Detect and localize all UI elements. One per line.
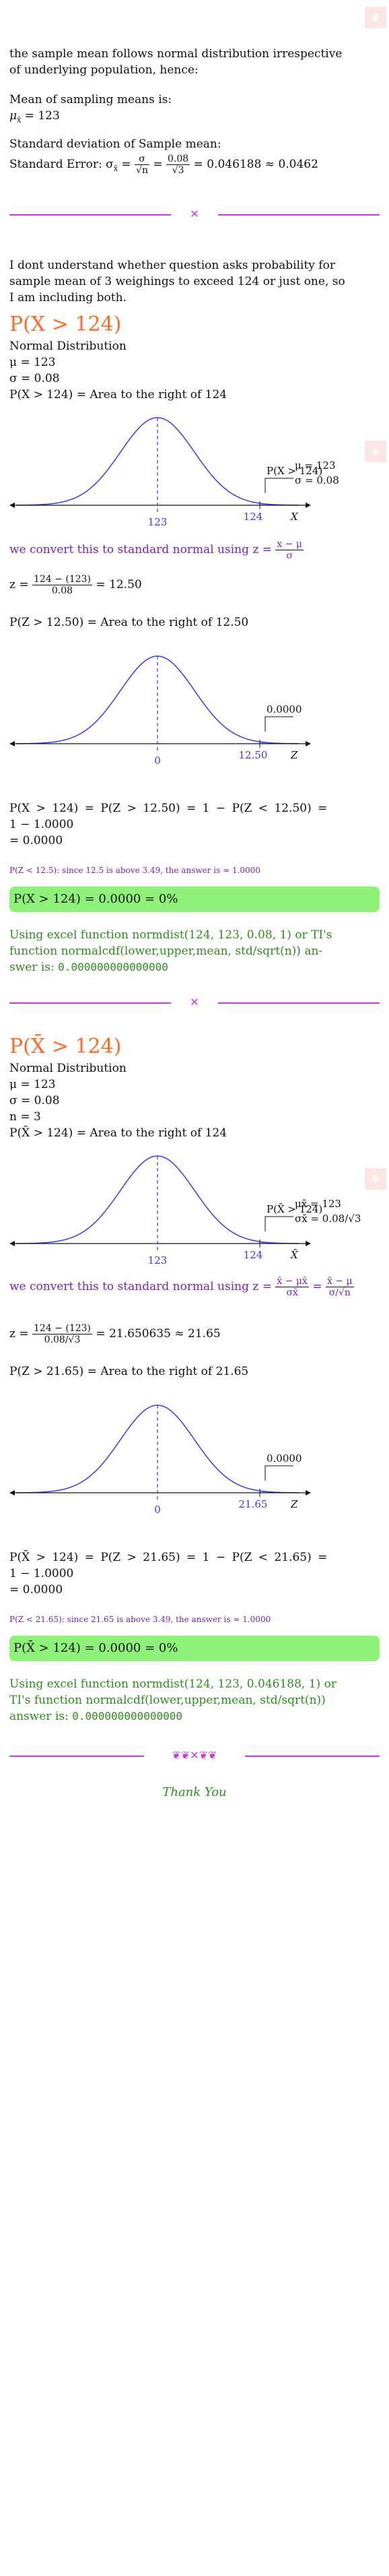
intro-section: the sample mean follows normal distribut… xyxy=(9,46,380,78)
note-line: I dont understand whether question asks … xyxy=(9,259,335,272)
mean-label: 0 xyxy=(154,754,161,764)
part1-calc: P(X > 124) = P(Z > 12.50) = 1 − P(Z < 12… xyxy=(9,800,380,849)
pointer-line xyxy=(264,1465,293,1481)
axis-arrow-icon xyxy=(9,741,15,746)
n-value: n = 3 xyxy=(9,1110,41,1124)
result-box: P(X > 124) = 0.0000 = 0% xyxy=(9,887,380,912)
intro-line: of underlying population, hence: xyxy=(9,63,199,77)
calc-line: 1 − 1.0000 xyxy=(9,1567,74,1580)
normal-curve-graph-2: 0 12.50 Z 0.0000 xyxy=(9,655,311,764)
excel-note: Using excel function normdist(124, 123, … xyxy=(9,1677,337,1723)
sd-label: Standard deviation of Sample mean: xyxy=(9,137,221,151)
value-label: 21.65 xyxy=(239,1498,268,1510)
z-calc: z = 124 − (123) 0.08 = 12.50 xyxy=(9,574,142,596)
legend-mu: μ = 123 xyxy=(295,459,335,472)
calc-line: P(X̄ > 124) = P(Z > 21.65) = 1 − P(Z < 2… xyxy=(9,1551,328,1564)
tail-probability-label: 0.0000 xyxy=(267,703,302,715)
axis-arrow-icon xyxy=(306,503,311,508)
mean-section: Mean of sampling means is: μx̄ = 123 xyxy=(9,92,380,128)
axis-arrow-icon xyxy=(9,503,15,508)
value-label: 12.50 xyxy=(239,749,268,761)
convert-note: we convert this to standard normal using… xyxy=(9,539,304,561)
dist-label: Normal Distribution xyxy=(9,340,127,353)
note-line: I am including both. xyxy=(9,291,127,304)
axis-label: Z xyxy=(290,1498,298,1510)
axis-arrow-icon xyxy=(306,741,311,746)
section-divider: ✕ xyxy=(9,996,380,1009)
calc-line: = 0.0000 xyxy=(9,1583,63,1597)
sigma-value: σ = 0.08 xyxy=(9,372,60,385)
normal-curve-graph-4: 0 21.65 Z 0.0000 xyxy=(9,1405,311,1513)
dist-label: Normal Distribution xyxy=(9,1062,127,1075)
axis-arrow-icon xyxy=(9,1241,15,1246)
axis-arrow-icon xyxy=(306,1490,311,1495)
section-divider: ✕ xyxy=(9,207,380,221)
small-note: P(Z < 21.65): since 21.65 is above 3.49,… xyxy=(9,1615,271,1624)
mean-label: Mean of sampling means is: xyxy=(9,93,172,106)
axis-label: X̄ xyxy=(290,1249,299,1261)
mean-label: 0 xyxy=(154,1504,161,1513)
result-box: P(X̄ > 124) = 0.0000 = 0% xyxy=(9,1636,380,1661)
axis-label: X xyxy=(290,511,299,523)
legend-sigma: σx̄ = 0.08/√3 xyxy=(295,1213,361,1225)
legend-sigma: σ = 0.08 xyxy=(295,474,339,486)
part2-params: Normal Distribution μ = 123 σ = 0.08 n =… xyxy=(9,1060,380,1141)
normal-curve-graph-1: 123 124 XP(X > 124)μ = 123σ = 0.08 xyxy=(9,417,339,525)
note-section: I dont understand whether question asks … xyxy=(9,257,380,306)
area-statement: P(X̄ > 124) = Area to the right of 124 xyxy=(9,1126,227,1140)
calc-line: P(X > 124) = P(Z > 12.50) = 1 − P(Z < 12… xyxy=(9,802,328,815)
small-note: P(Z < 12.5): since 12.5 is above 3.49, t… xyxy=(9,866,260,875)
svg-text:✻: ✻ xyxy=(371,11,380,24)
axis-arrow-icon xyxy=(9,1490,15,1495)
tail-probability-label: 0.0000 xyxy=(267,1452,302,1464)
pz-area: P(Z > 12.50) = Area to the right of 12.5… xyxy=(9,616,249,629)
divider-ornament-icon: ✕ xyxy=(190,996,199,1008)
pointer-line xyxy=(264,1216,293,1231)
value-label: 124 xyxy=(244,511,263,523)
mean-formula: μx̄ = 123 xyxy=(9,109,60,125)
pointer-line xyxy=(264,716,293,732)
z-calc: z = 124 − (123) 0.08/√3 = 21.650635 ≈ 21.… xyxy=(9,1323,221,1345)
part1-params: Normal Distribution μ = 123 σ = 0.08 P(X… xyxy=(9,338,380,403)
calc-line: = 0.0000 xyxy=(9,834,63,847)
note-line: sample mean of 3 weighings to exceed 124… xyxy=(9,275,345,288)
watermark-logo-icon: ✻ xyxy=(362,4,389,31)
part1-heading: P(X > 124) xyxy=(9,313,122,336)
thank-you: Thank You xyxy=(162,1785,227,1799)
axis-label: Z xyxy=(290,749,298,761)
intro-line: the sample mean follows normal distribut… xyxy=(9,47,343,61)
se-formula: Standard Error: σx̄ = σ √n = 0.08 √3 = 0.0… xyxy=(9,154,318,176)
calc-line: 1 − 1.0000 xyxy=(9,818,74,831)
divider-ornament-icon: ✕ xyxy=(190,207,199,220)
mu-value: μ = 123 xyxy=(9,1078,56,1091)
part2-calc: P(X̄ > 124) = P(Z > 21.65) = 1 − P(Z < 2… xyxy=(9,1549,380,1598)
axis-arrow-icon xyxy=(306,1241,311,1246)
divider-ornament-icon: ❦❦✕❦❦ xyxy=(172,1749,217,1762)
area-statement: P(X > 124) = Area to the right of 124 xyxy=(9,388,227,401)
sigma-value: σ = 0.08 xyxy=(9,1094,60,1107)
part2-heading: P(X̄ > 124) xyxy=(9,1035,122,1058)
normal-curve-graph-3: 123 124 X̄P(X̄ > 124)μx̄ = 123σx̄ = 0.08/√… xyxy=(9,1155,361,1264)
se-section: Standard deviation of Sample mean: Stand… xyxy=(9,136,380,176)
final-divider: ❦❦✕❦❦ xyxy=(9,1749,380,1762)
value-label: 124 xyxy=(244,1249,263,1261)
pz-area: P(Z > 21.65) = Area to the right of 21.6… xyxy=(9,1365,249,1378)
mean-label: 123 xyxy=(148,1254,168,1264)
mean-label: 123 xyxy=(148,516,168,525)
mu-value: μ = 123 xyxy=(9,356,56,369)
pointer-line xyxy=(264,478,293,493)
excel-note: Using excel function normdist(124, 123, … xyxy=(9,928,332,974)
convert-note: we convert this to standard normal using… xyxy=(9,1276,354,1298)
legend-mu: μx̄ = 123 xyxy=(295,1198,341,1210)
